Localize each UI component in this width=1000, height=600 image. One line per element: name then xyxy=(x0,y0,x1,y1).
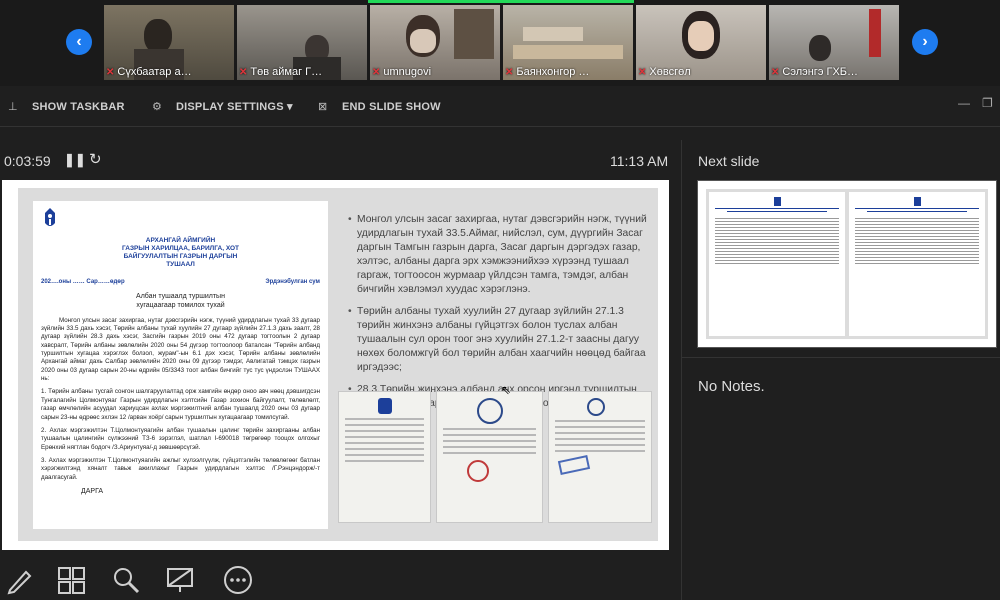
participant-name: ✕ Сүхбаатар а… xyxy=(106,66,192,78)
muted-mic-icon: ✕ xyxy=(638,67,647,78)
video-strip: ‹ ✕ Сүхбаатар а… ✕ Төв аймаг Г… ✕ umnugovi … xyxy=(0,0,1000,86)
pause-icon[interactable]: ❚❚ xyxy=(64,152,86,168)
display-settings-button[interactable]: ⚙ DISPLAY SETTINGS ▾ xyxy=(152,100,293,113)
participant-name: ✕ Сэлэнгэ ГХБ… xyxy=(771,66,859,78)
participant-name: ✕ umnugovi xyxy=(372,66,432,78)
document-date: 202….оны …… Сар……өдөр xyxy=(41,278,125,285)
document-signature: ДАРГА xyxy=(81,488,104,496)
participant-silhouette xyxy=(144,19,172,53)
document-image xyxy=(548,391,652,523)
clock: 11:13 AM xyxy=(610,153,669,169)
document-subject: Албан тушаалд туршилтын хугацаагаар томи… xyxy=(136,292,225,310)
show-taskbar-button[interactable]: ⊥ SHOW TASKBAR xyxy=(8,100,125,113)
elapsed-timer: 0:03:59 xyxy=(4,153,51,169)
participant-tile[interactable]: ✕ Сэлэнгэ ГХБ… xyxy=(769,5,899,80)
muted-mic-icon: ✕ xyxy=(771,67,780,78)
participant-name: ✕ Баянхонгор … xyxy=(505,66,590,78)
prev-participants-button[interactable]: ‹ xyxy=(66,29,92,55)
decree-document: АРХАНГАЙ АЙМГИЙН ГАЗРЫН ХАРИЛЦАА, БАРИЛГ… xyxy=(33,201,328,529)
end-slide-show-button[interactable]: ⊠ END SLIDE SHOW xyxy=(318,100,441,113)
document-paragraph: 1. Төрийн албаны тусгай сонгон шалгаруул… xyxy=(41,388,320,421)
document-paragraph: 2. Ахлах мэргэжилтэн Т.Цолмонтуяагийн ал… xyxy=(41,426,320,451)
participant-tile[interactable]: ✕ Сүхбаатар а… xyxy=(104,5,234,80)
document-header: АРХАНГАЙ АЙМГИЙН ГАЗРЫН ХАРИЛЦАА, БАРИЛГ… xyxy=(121,237,240,269)
minimize-icon[interactable]: — xyxy=(958,96,970,110)
flag xyxy=(869,9,881,57)
document-paragraph: Монгол улсын засаг захиргаа, нутаг дэвсг… xyxy=(41,316,320,383)
mouse-cursor-icon: ⇖ xyxy=(501,383,512,397)
participant-name: ✕ Төв аймаг Г… xyxy=(239,66,323,78)
active-speaker-indicator xyxy=(368,0,634,3)
restore-icon[interactable]: ❐ xyxy=(982,96,993,110)
participant-tile[interactable]: ✕ Хөвсгөл xyxy=(636,5,766,80)
emblem-icon xyxy=(45,208,55,226)
black-screen-icon[interactable] xyxy=(164,564,196,596)
stamp-icon xyxy=(476,398,503,424)
end-show-icon: ⊠ xyxy=(318,101,328,113)
current-slide[interactable]: АРХАНГАЙ АЙМГИЙН ГАЗРЫН ХАРИЛЦАА, БАРИЛГ… xyxy=(2,180,669,550)
next-slide-page xyxy=(849,192,985,336)
participant-tile[interactable]: ✕ Баянхонгор … xyxy=(503,5,633,80)
slide-bullets: Монгол улсын засаг захиргаа, нутаг дэвсг… xyxy=(348,213,651,419)
document-image xyxy=(338,391,431,523)
presenter-toolbar: ⊥ SHOW TASKBAR ⚙ DISPLAY SETTINGS ▾ ⊠ END S… xyxy=(0,92,1000,126)
more-options-icon[interactable] xyxy=(222,564,254,596)
reset-timer-icon[interactable]: ↻ xyxy=(89,150,102,168)
bullet-item: Төрийн албаны тухай хуулийн 27 дугаар зү… xyxy=(348,305,651,375)
next-participants-button[interactable]: › xyxy=(912,29,938,55)
bullet-item: Монгол улсын засаг захиргаа, нутаг дэвсг… xyxy=(348,213,651,297)
document-image xyxy=(436,391,543,523)
muted-mic-icon: ✕ xyxy=(239,67,248,78)
chevron-right-icon: › xyxy=(922,33,928,50)
muted-mic-icon: ✕ xyxy=(372,67,381,78)
next-slide-preview[interactable] xyxy=(697,180,997,348)
participant-name: ✕ Хөвсгөл xyxy=(638,66,691,78)
document-place: Эрдэнэбулган сум xyxy=(265,278,320,285)
taskbar-icon: ⊥ xyxy=(8,101,18,113)
next-slide-page xyxy=(709,192,845,336)
next-slide-label: Next slide xyxy=(698,153,760,169)
participant-tile[interactable]: ✕ umnugovi xyxy=(370,5,500,80)
zoom-icon[interactable] xyxy=(110,564,142,596)
chevron-left-icon: ‹ xyxy=(76,33,82,50)
document-paragraph: 3. Ахлах мэргэжилтэн Т.Цолмонтуяагийн аж… xyxy=(41,456,320,481)
participant-tile[interactable]: ✕ Төв аймаг Г… xyxy=(237,5,367,80)
muted-mic-icon: ✕ xyxy=(505,67,514,78)
slide-tools xyxy=(0,560,680,600)
speaker-notes: No Notes. xyxy=(698,378,765,395)
pen-icon[interactable] xyxy=(4,564,36,596)
display-settings-icon: ⚙ xyxy=(152,101,163,113)
see-all-slides-icon[interactable] xyxy=(56,564,88,596)
muted-mic-icon: ✕ xyxy=(106,67,115,78)
